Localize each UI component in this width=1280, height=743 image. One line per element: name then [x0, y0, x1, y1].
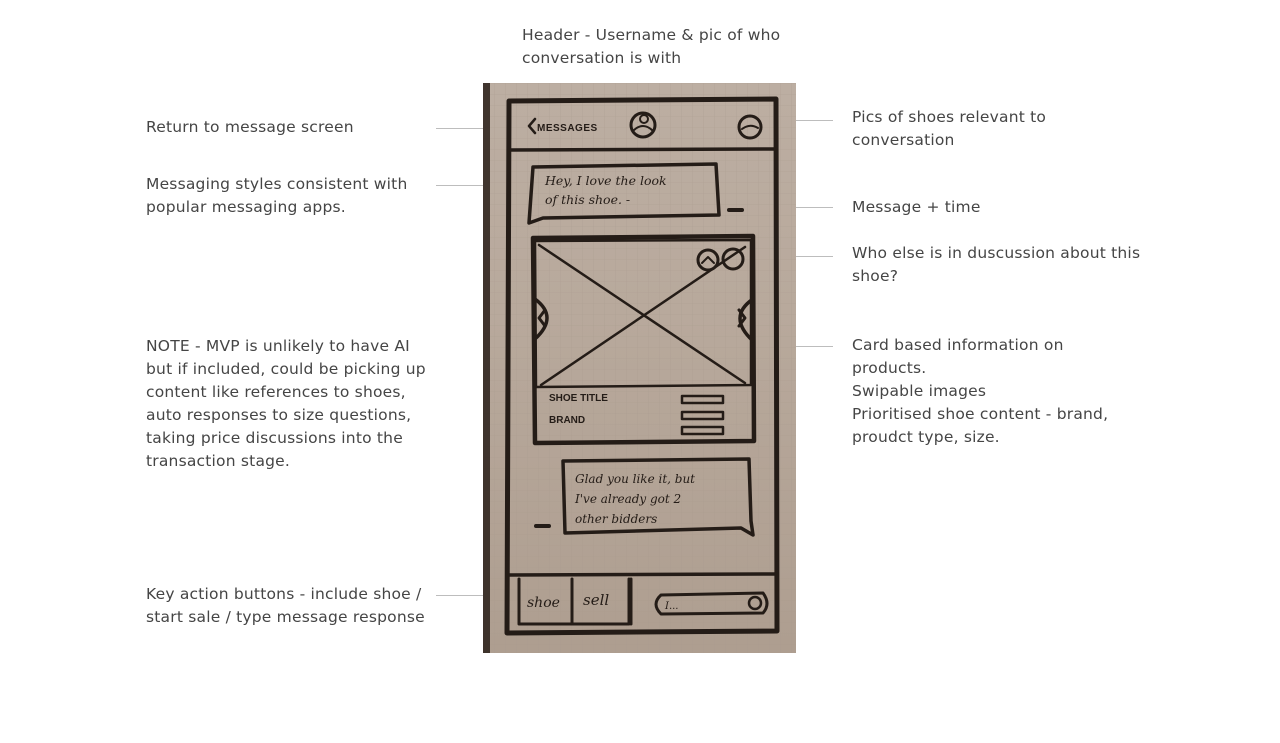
- message-input-text: I...: [664, 601, 679, 612]
- shoe-action-button: shoe: [527, 595, 560, 611]
- annotation-note-mvp: NOTE - MVP is unlikely to have AI but if…: [146, 337, 426, 470]
- incoming-message-line: of this shoe. -: [545, 192, 630, 207]
- wireframe-sketch: MESSAGES Hey, I love the look of this sh…: [483, 83, 796, 653]
- annotation-return: Return to message screen: [146, 118, 354, 136]
- graph-paper-grid: [483, 83, 796, 653]
- incoming-message-line: Hey, I love the look: [544, 173, 667, 188]
- paper-edge: [483, 83, 490, 653]
- back-label: MESSAGES: [537, 123, 598, 134]
- card-brand: BRAND: [549, 415, 585, 426]
- outgoing-message-line: I've already got 2: [574, 492, 681, 506]
- annotation-message-time: Message + time: [852, 198, 981, 216]
- annotation-key-actions: Key action buttons - include shoe / star…: [146, 585, 425, 626]
- outgoing-message-line: other bidders: [575, 512, 657, 526]
- annotation-card-info: Card based information on products. Swip…: [852, 336, 1109, 446]
- annotation-who-else: Who else is in duscussion about this sho…: [852, 244, 1141, 285]
- sell-action-button: sell: [583, 591, 609, 609]
- action-bar-divider: [507, 572, 778, 577]
- outgoing-message-line: Glad you like it, but: [575, 472, 695, 486]
- header-divider: [507, 147, 778, 152]
- annotation-pics-shoes: Pics of shoes relevant to conversation: [852, 108, 1047, 149]
- card-shoe-title: SHOE TITLE: [549, 393, 608, 404]
- annotation-header: Header - Username & pic of who conversat…: [522, 26, 781, 67]
- annotation-messaging-styles: Messaging styles consistent with popular…: [146, 175, 408, 216]
- wireframe-sketch-photo: MESSAGES Hey, I love the look of this sh…: [483, 83, 796, 653]
